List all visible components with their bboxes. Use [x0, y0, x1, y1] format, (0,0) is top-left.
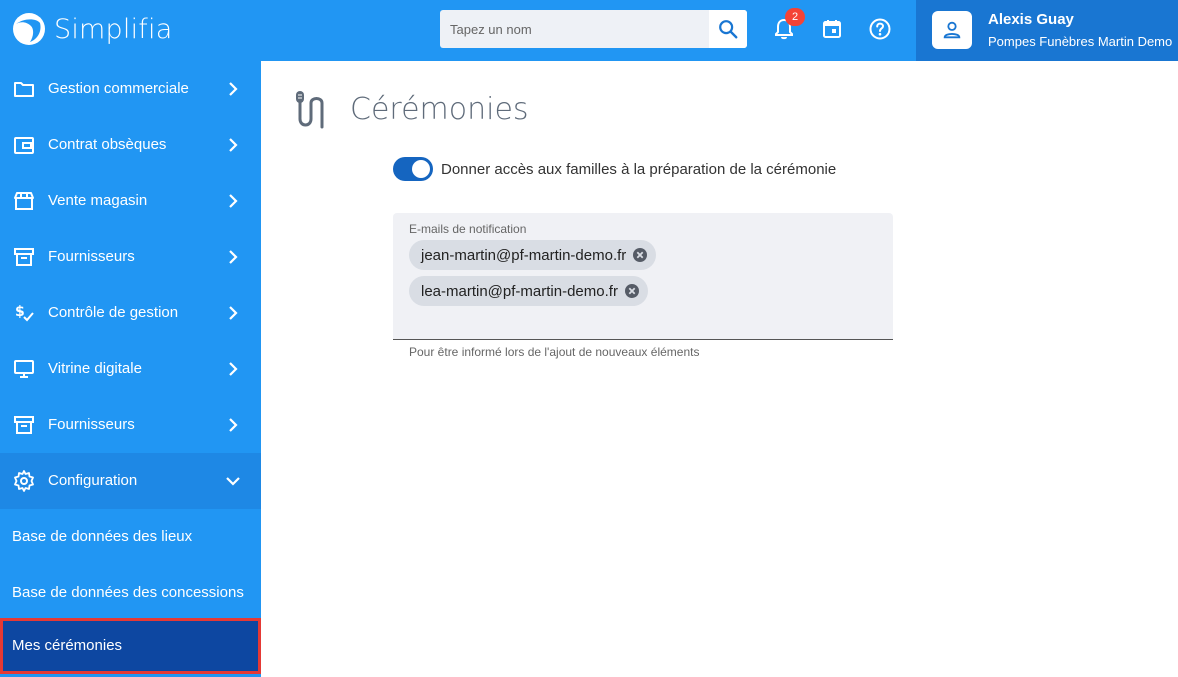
- notification-badge: 2: [785, 8, 805, 26]
- monitor-icon: [14, 360, 34, 378]
- folder-icon: [14, 82, 34, 97]
- avatar: [932, 11, 972, 49]
- email-chip[interactable]: lea-martin@pf-martin-demo.fr: [409, 276, 648, 306]
- user-name: Alexis Guay: [988, 11, 1074, 28]
- svg-text:$: $: [15, 304, 25, 320]
- chevron-right-icon: [229, 418, 238, 432]
- email-chip[interactable]: jean-martin@pf-martin-demo.fr: [409, 240, 657, 270]
- sidebar-item-label: Contrat obsèques: [48, 136, 167, 153]
- notification-emails-hint: Pour être informé lors de l'ajout de nou…: [409, 345, 700, 359]
- search-icon: [719, 20, 738, 39]
- family-access-toggle[interactable]: [393, 157, 433, 181]
- microphone-icon: [296, 91, 324, 129]
- search-input[interactable]: [440, 10, 709, 48]
- toggle-knob: [412, 160, 430, 178]
- dollar-check-icon: $: [15, 304, 34, 322]
- user-company: Pompes Funèbres Martin Demo: [988, 34, 1173, 49]
- chevron-right-icon: [229, 362, 238, 376]
- family-access-label: Donner accès aux familles à la préparati…: [441, 160, 837, 178]
- chevron-right-icon: [229, 194, 238, 208]
- app-logo[interactable]: Simplifia: [12, 11, 172, 47]
- notification-emails-field[interactable]: E-mails de notification jean-martin@pf-m…: [393, 213, 893, 340]
- gear-icon: [14, 470, 34, 492]
- help-icon[interactable]: [868, 17, 892, 41]
- search-bar: [440, 10, 747, 48]
- sidebar-item-configuration[interactable]: Configuration: [0, 453, 261, 509]
- sidebar-item-label: Gestion commerciale: [48, 80, 189, 97]
- email-chip-text: jean-martin@pf-martin-demo.fr: [421, 246, 627, 264]
- user-menu[interactable]: Alexis Guay Pompes Funèbres Martin Demo: [916, 0, 1178, 61]
- close-icon[interactable]: [632, 247, 648, 263]
- sidebar-subitem-mes-ceremonies[interactable]: Mes cérémonies: [0, 618, 261, 674]
- sidebar-item-vitrine-digitale[interactable]: Vitrine digitale: [0, 341, 261, 397]
- chevron-right-icon: [229, 306, 238, 320]
- chevron-right-icon: [229, 138, 238, 152]
- sidebar-item-fournisseurs[interactable]: Fournisseurs: [0, 229, 261, 285]
- chevron-down-icon: [226, 477, 240, 486]
- sidebar-item-label: Fournisseurs: [48, 416, 135, 433]
- sidebar-subitem-base-concessions[interactable]: Base de données des concessions: [0, 565, 261, 621]
- family-access-setting: Donner accès aux familles à la préparati…: [393, 156, 836, 182]
- sidebar-item-controle-de-gestion[interactable]: $ Contrôle de gestion: [0, 285, 261, 341]
- sidebar-item-label: Contrôle de gestion: [48, 304, 179, 321]
- chevron-right-icon: [229, 82, 238, 96]
- sidebar-item-label: Fournisseurs: [48, 248, 135, 265]
- logo-icon: [13, 13, 45, 45]
- app-header: Simplifia 2 Alexis G: [0, 0, 1178, 61]
- sidebar-item-fournisseurs-2[interactable]: Fournisseurs: [0, 397, 261, 453]
- calendar-icon[interactable]: [820, 17, 844, 41]
- archive-icon: [14, 248, 34, 266]
- user-icon: [943, 21, 961, 39]
- sidebar-item-label: Vente magasin: [48, 192, 148, 209]
- chevron-right-icon: [229, 250, 238, 264]
- sidebar-item-vente-magasin[interactable]: Vente magasin: [0, 173, 261, 229]
- close-icon[interactable]: [624, 283, 640, 299]
- archive-icon: [14, 416, 34, 434]
- store-icon: [14, 192, 34, 210]
- notification-emails-label: E-mails de notification: [409, 222, 527, 236]
- sidebar-subitem-base-lieux[interactable]: Base de données des lieux: [0, 509, 261, 565]
- wallet-icon: [14, 137, 34, 154]
- app-name: Simplifia: [54, 13, 173, 45]
- search-button[interactable]: [709, 10, 747, 48]
- sidebar-item-contrat-obseques[interactable]: Contrat obsèques: [0, 117, 261, 173]
- email-chip-text: lea-martin@pf-martin-demo.fr: [421, 282, 618, 300]
- sidebar-item-label: Vitrine digitale: [48, 360, 142, 377]
- sidebar-item-label: Configuration: [48, 472, 138, 489]
- sidebar: Gestion commerciale Contrat obsèques Ven…: [0, 61, 261, 677]
- sidebar-item-gestion-commerciale[interactable]: Gestion commerciale: [0, 61, 261, 117]
- page-title: Cérémonies: [350, 92, 529, 127]
